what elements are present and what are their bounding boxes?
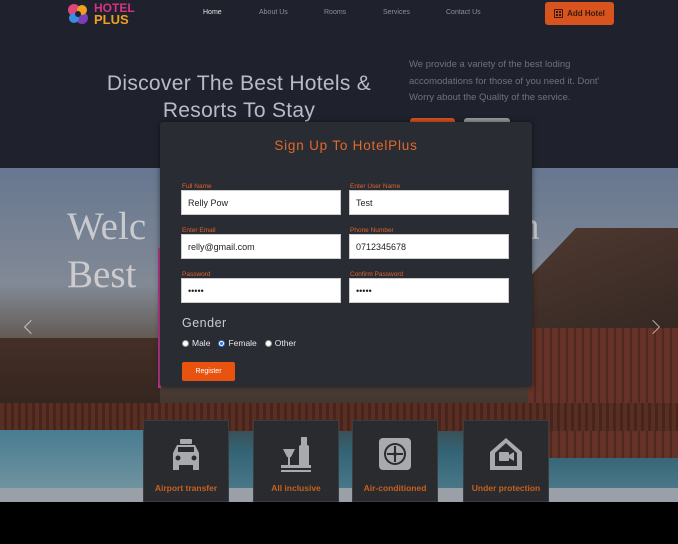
taxi-icon	[167, 435, 205, 473]
modal-title: Sign Up To HotelPlus	[274, 138, 418, 153]
house-camera-icon	[487, 435, 525, 473]
carousel-prev-icon[interactable]	[22, 318, 36, 338]
radio-label: Male	[192, 338, 211, 348]
gender-option-male[interactable]: Male	[182, 338, 210, 348]
gender-title: Gender	[182, 316, 227, 330]
feature-label: Airport transfer	[154, 483, 218, 493]
add-hotel-button[interactable]: Add Hotel	[545, 2, 614, 25]
password-input[interactable]: •••••	[181, 278, 341, 303]
bottom-strip	[0, 488, 678, 502]
nav-rooms[interactable]: Rooms	[324, 9, 346, 16]
nav-contact[interactable]: Contact Us	[446, 9, 481, 16]
radio-other[interactable]	[264, 339, 272, 347]
banner-welcome-text: Welc Best	[67, 203, 146, 299]
email-label: Enter Email	[182, 227, 216, 234]
full-name-label: Full Name	[182, 183, 212, 190]
hero-title: Discover The Best Hotels & Resorts To St…	[106, 72, 372, 122]
welcome-line1: Welc	[67, 205, 147, 248]
email-input[interactable]: relly@gmail.com	[181, 234, 341, 259]
radio-label: Female	[228, 338, 257, 348]
radio-male[interactable]	[182, 339, 189, 347]
gender-radio-group: Male Female Other	[182, 338, 296, 348]
phone-input[interactable]: 0712345678	[349, 234, 509, 259]
feature-label: All inclusive	[271, 483, 321, 493]
nav-services[interactable]: Services	[383, 9, 410, 16]
full-name-input[interactable]: Relly Pow	[181, 190, 341, 215]
fan-icon	[376, 435, 414, 473]
feature-card-airport[interactable]: Airport transfer	[143, 420, 229, 502]
phone-label: Phone Number	[350, 227, 394, 234]
nav-about[interactable]: About Us	[259, 9, 288, 16]
gender-option-other[interactable]: Other	[264, 338, 297, 348]
building-icon	[554, 9, 564, 18]
feature-card-aircon[interactable]: Air-conditioned	[352, 420, 438, 502]
signup-modal: Sign Up To HotelPlus Full Name Relly Pow…	[160, 122, 532, 387]
carousel-next-icon[interactable]	[648, 318, 662, 338]
nav-home[interactable]: Home	[203, 9, 222, 16]
add-hotel-label: Add Hotel	[567, 9, 605, 18]
page: HOTEL PLUS Home About Us Rooms Services …	[0, 0, 678, 544]
bottle-glass-icon	[277, 435, 315, 473]
username-input[interactable]: Test	[349, 190, 509, 215]
welcome-line2: Best	[67, 253, 137, 296]
feature-card-all-inclusive[interactable]: All inclusive	[253, 420, 339, 502]
page-bottom	[0, 502, 678, 544]
feature-card-protection[interactable]: Under protection	[463, 420, 549, 502]
radio-female[interactable]	[218, 339, 226, 347]
password-label: Password	[182, 271, 211, 278]
feature-label: Under protection	[471, 483, 541, 493]
hero-description: We provide a variety of the best loding …	[409, 59, 600, 103]
gender-option-female[interactable]: Female	[218, 338, 257, 348]
register-button[interactable]: Register	[182, 362, 235, 381]
feature-label: Air-conditioned	[363, 483, 427, 493]
confirm-password-input[interactable]: •••••	[349, 278, 509, 303]
username-label: Enter User Name	[350, 183, 401, 190]
confirm-password-label: Confirm Password	[350, 271, 404, 278]
radio-label: Other	[274, 338, 297, 348]
